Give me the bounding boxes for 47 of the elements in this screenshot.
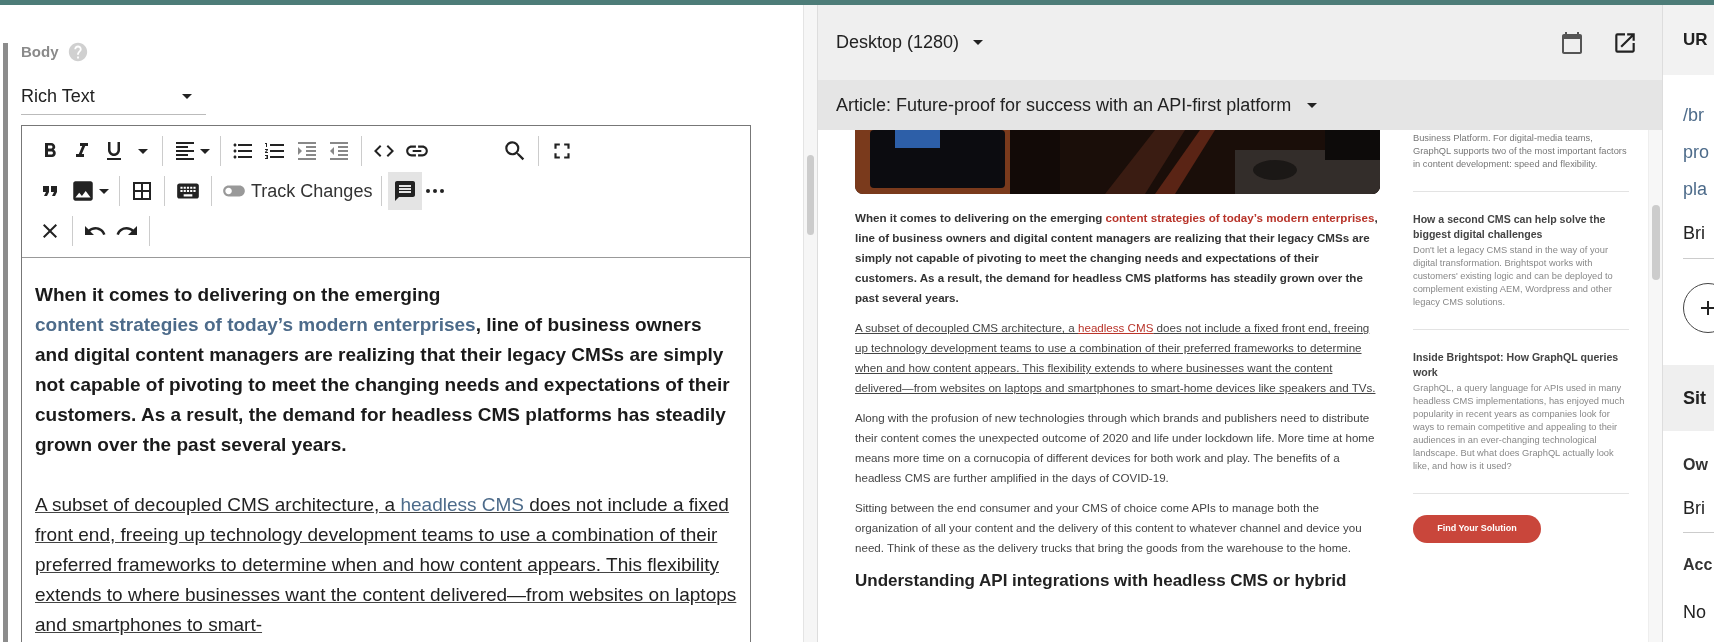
paragraph: When it comes to delivering on the emerging content strategies of today’s modern enterprises, line of business owners and digital content managers are realizing that their legacy CMSs are simply not capable of pivoting to meet the changing needs and expectations of their customers. As a result, the demand for headless CMS platforms has steadily grown over the past several years. bbox=[855, 210, 1379, 306]
caret-icon bbox=[99, 188, 109, 194]
card-text: Don't let a legacy CMS stand in the way of your digital transformation. Brightspot works with customers' existing logic and can be deployed to complement existing AEM, Wordpress and other legacy CMS solutions. bbox=[1413, 244, 1614, 309]
field-value: Bri bbox=[1683, 495, 1714, 533]
card-text: Business Platform. For digital-media teams, GraphQL supports two of the most important factors in content development: speed and flexibility. bbox=[1413, 132, 1628, 171]
card-title[interactable]: Inside Brightspot: How GraphQL queries work bbox=[1413, 350, 1629, 380]
scrollbar[interactable] bbox=[803, 5, 817, 642]
device-dropdown[interactable]: Desktop (1280) bbox=[836, 29, 984, 56]
scrollbar[interactable] bbox=[1648, 130, 1662, 642]
align-left-icon bbox=[173, 139, 197, 163]
caret-icon bbox=[1307, 102, 1318, 108]
url-text[interactable]: /br bbox=[1683, 97, 1714, 134]
calendar-icon[interactable] bbox=[1560, 30, 1584, 55]
comments-button[interactable] bbox=[388, 172, 423, 210]
field-label: Ow bbox=[1683, 455, 1709, 475]
more-icon bbox=[426, 189, 445, 193]
article-heading: Understanding API integrations with headless CMS or hybrid bbox=[855, 570, 1348, 592]
field-label: Body bbox=[21, 41, 59, 62]
url-text[interactable]: pro bbox=[1683, 134, 1714, 171]
panel-title: UR bbox=[1683, 29, 1708, 52]
image-icon bbox=[70, 178, 96, 204]
indent-icon bbox=[295, 139, 319, 163]
site-value: Bri bbox=[1683, 218, 1714, 259]
caret-icon bbox=[182, 94, 192, 99]
caret-icon bbox=[973, 40, 984, 45]
inline-link[interactable]: headless CMS bbox=[1078, 321, 1154, 334]
field-label: Acc bbox=[1683, 555, 1714, 575]
inline-link[interactable]: headless CMS bbox=[400, 494, 524, 515]
caret-icon bbox=[138, 148, 148, 154]
track-changes-toggle[interactable]: Track Changes bbox=[218, 174, 376, 208]
card-text: GraphQL, a query language for APIs used in many headless CMS implementations, has enjoyed much popularity in recent years as companies look for ways to remain competitive and appealing to their audiences in an ever-changing technological landscape. But what does GraphQL actually look like, and how is it used? bbox=[1413, 382, 1626, 473]
paragraph: Along with the profusion of new technologies through which brands and publishers need to distribute their content comes the unexpected outcome of 2020 and life under lockdown life. More time at home means more time on a cornucopia of different devices for both work and play. The benefits of a headless CMS are further amplified in the days of COVID-19. bbox=[855, 410, 1376, 486]
section-title: Sit bbox=[1683, 386, 1706, 410]
comment-icon bbox=[393, 179, 418, 203]
url-text[interactable]: pla bbox=[1683, 171, 1714, 208]
paragraph: A subset of decoupled CMS architecture, a headless CMS does not include a fixed front end, freeing up technology development teams to use a combination of their preferred frameworks to determine when and how content appears. This flexibility extends to where businesses want the content delivered—from websites on laptops and smartphones to smart-home devices like speakers and TVs. bbox=[855, 320, 1377, 396]
field-value: No bbox=[1683, 601, 1707, 624]
inline-link[interactable]: content strategies of today’s modern enterprises bbox=[35, 314, 476, 335]
caret-icon bbox=[200, 148, 210, 154]
table-icon bbox=[130, 179, 154, 203]
format-dropdown[interactable]: Rich Text bbox=[21, 79, 206, 115]
find-solution-button[interactable]: Find Your Solution bbox=[1413, 514, 1541, 543]
paragraph: Sitting between the end consumer and your CMS of choice come APIs to manage both the organization of all your content and the delivery of this content to whatever channel and device you need. Think of these as the delivery trucks that bring the goods from the warehouse to the home. bbox=[855, 500, 1363, 556]
outdent-icon bbox=[327, 139, 351, 163]
card-title[interactable]: How a second CMS can help solve the biggest digital challenges bbox=[1413, 212, 1629, 242]
paragraph: A subset of decoupled CMS architecture, a headless CMS does not include a fixed front end, freeing up technology development teams to use a combination of their preferred frameworks to determine when and how content appears. This flexibility extends to where businesses want the content delivered—from websites on laptops and smartphones to smart- bbox=[35, 493, 737, 637]
paragraph: When it comes to delivering on the emerging content strategies of today’s modern enterprises, line of business owners and digital content managers are realizing that their legacy CMSs are simply not capable of pivoting to meet the changing needs and expectations of their customers. As a result, the demand for headless CMS platforms has steadily grown over the past several years. bbox=[35, 283, 731, 457]
